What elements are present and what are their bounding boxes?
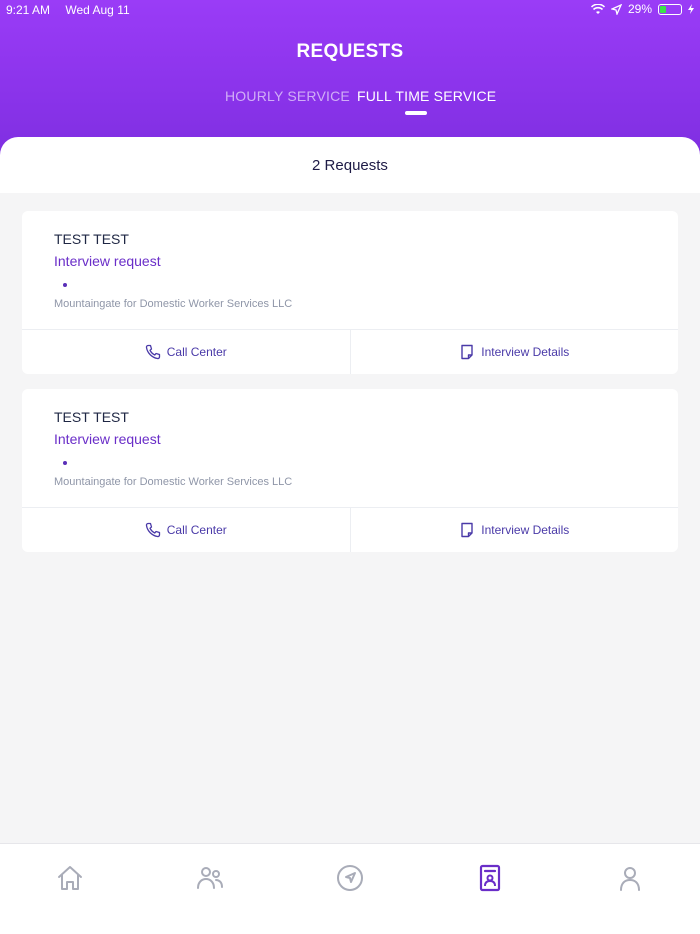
phone-icon xyxy=(145,522,160,538)
requests-icon xyxy=(479,864,501,892)
navigation-icon xyxy=(337,865,363,891)
request-company: Mountaingate for Domestic Worker Service… xyxy=(54,298,293,310)
wifi-icon xyxy=(590,3,605,14)
service-tabs: HOURLY SERVICE FULL TIME SERVICE xyxy=(0,88,700,118)
people-icon xyxy=(197,867,223,889)
nav-people[interactable] xyxy=(190,860,230,896)
bullet-dot xyxy=(63,283,67,287)
request-name: TEST TEST xyxy=(54,231,129,247)
header: 9:21 AM Wed Aug 11 29% REQUESTS HOURLY S… xyxy=(0,0,700,160)
charging-icon xyxy=(688,4,694,14)
document-icon xyxy=(461,344,473,360)
nav-explore[interactable] xyxy=(330,860,370,896)
card-actions: Call Center Interview Details xyxy=(22,507,678,552)
tab-full-time-service[interactable]: FULL TIME SERVICE xyxy=(357,88,496,104)
profile-icon xyxy=(620,867,640,891)
call-center-button[interactable]: Call Center xyxy=(22,330,350,374)
page-title: REQUESTS xyxy=(296,41,404,62)
card-actions: Call Center Interview Details xyxy=(22,329,678,374)
bullet-dot xyxy=(63,461,67,465)
call-center-label: Call Center xyxy=(166,523,227,537)
interview-details-button[interactable]: Interview Details xyxy=(349,330,679,374)
nav-profile[interactable] xyxy=(610,860,650,896)
request-card[interactable]: TEST TEST Interview request Mountaingate… xyxy=(22,389,678,552)
nav-requests[interactable] xyxy=(470,860,510,896)
request-name: TEST TEST xyxy=(54,409,129,425)
home-icon xyxy=(58,866,82,890)
call-center-label: Call Center xyxy=(166,345,227,359)
location-arrow-icon xyxy=(610,3,622,15)
status-bar: 9:21 AM Wed Aug 11 29% xyxy=(0,0,700,20)
interview-details-label: Interview Details xyxy=(481,523,570,537)
status-time: 9:21 AM xyxy=(6,3,51,17)
interview-details-button[interactable]: Interview Details xyxy=(349,508,679,552)
tab-hourly-service[interactable]: HOURLY SERVICE xyxy=(225,88,350,104)
active-tab-indicator xyxy=(405,111,427,115)
request-company: Mountaingate for Domestic Worker Service… xyxy=(54,476,293,488)
interview-details-label: Interview Details xyxy=(481,345,570,359)
request-type: Interview request xyxy=(54,431,161,447)
phone-icon xyxy=(145,344,160,360)
status-date: Wed Aug 11 xyxy=(65,3,130,17)
call-center-button[interactable]: Call Center xyxy=(22,508,350,552)
document-icon xyxy=(461,522,473,538)
bottom-nav xyxy=(0,843,700,934)
nav-home[interactable] xyxy=(50,860,90,896)
requests-count: 2 Requests xyxy=(0,137,700,193)
battery-percent: 29% xyxy=(627,2,652,16)
request-card[interactable]: TEST TEST Interview request Mountaingate… xyxy=(22,211,678,374)
request-type: Interview request xyxy=(54,253,161,269)
battery-icon xyxy=(658,3,682,15)
